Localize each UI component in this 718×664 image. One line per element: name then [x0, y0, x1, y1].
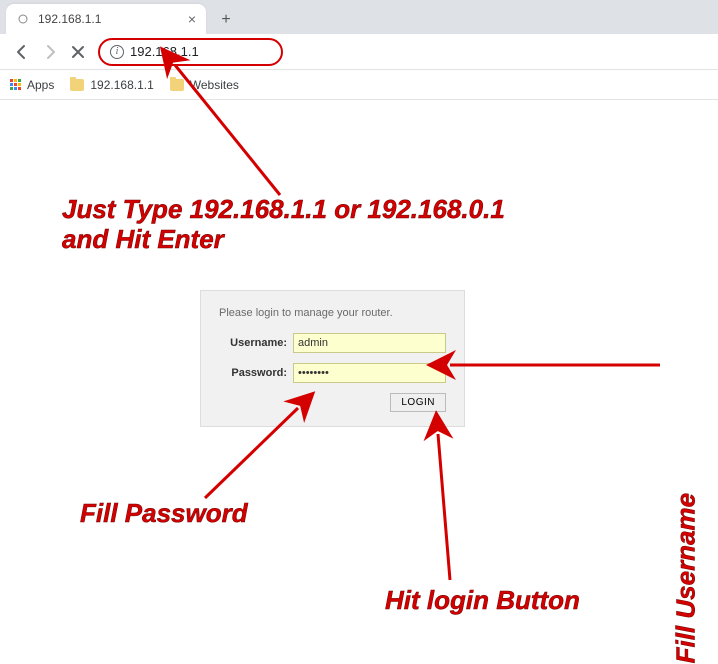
password-row: Password: [219, 363, 446, 383]
forward-button[interactable] [39, 41, 61, 63]
username-row: Username: [219, 333, 446, 353]
login-button[interactable]: LOGIN [390, 393, 446, 412]
folder-icon [170, 79, 184, 91]
url-text: 192.168.1.1 [130, 44, 199, 59]
plus-icon: + [221, 11, 230, 29]
username-input[interactable] [293, 333, 446, 353]
apps-icon [10, 79, 21, 90]
bookmarks-bar: Apps 192.168.1.1 Websites [0, 70, 718, 100]
bookmark-item[interactable]: 192.168.1.1 [70, 78, 153, 92]
bookmark-label: Websites [190, 78, 239, 92]
stop-button[interactable] [67, 41, 89, 63]
annotation-hit-login: Hit login Button [385, 586, 580, 616]
apps-button[interactable]: Apps [10, 78, 54, 92]
tab-favicon [16, 12, 30, 26]
tab-strip: 192.168.1.1 × + [0, 0, 718, 34]
login-button-row: LOGIN [219, 393, 446, 412]
password-label: Password: [219, 367, 287, 379]
site-info-icon[interactable]: i [110, 45, 124, 59]
login-prompt: Please login to manage your router. [219, 307, 446, 319]
address-bar[interactable]: i 192.168.1.1 [98, 38, 283, 66]
tab-title: 192.168.1.1 [38, 12, 101, 26]
browser-toolbar: i 192.168.1.1 [0, 34, 718, 70]
username-label: Username: [219, 337, 287, 349]
router-login-panel: Please login to manage your router. User… [200, 290, 465, 427]
bookmark-item[interactable]: Websites [170, 78, 239, 92]
password-input[interactable] [293, 363, 446, 383]
annotation-url-tip: Just Type 192.168.1.1 or 192.168.0.1 and… [62, 195, 505, 255]
back-button[interactable] [11, 41, 33, 63]
annotation-fill-password: Fill Password [80, 499, 248, 529]
close-tab-icon[interactable]: × [188, 12, 196, 26]
folder-icon [70, 79, 84, 91]
bookmark-label: 192.168.1.1 [90, 78, 153, 92]
apps-label: Apps [27, 78, 54, 92]
new-tab-button[interactable]: + [212, 6, 240, 34]
browser-tab[interactable]: 192.168.1.1 × [6, 4, 206, 34]
annotation-fill-username: Fill Username [672, 493, 702, 664]
